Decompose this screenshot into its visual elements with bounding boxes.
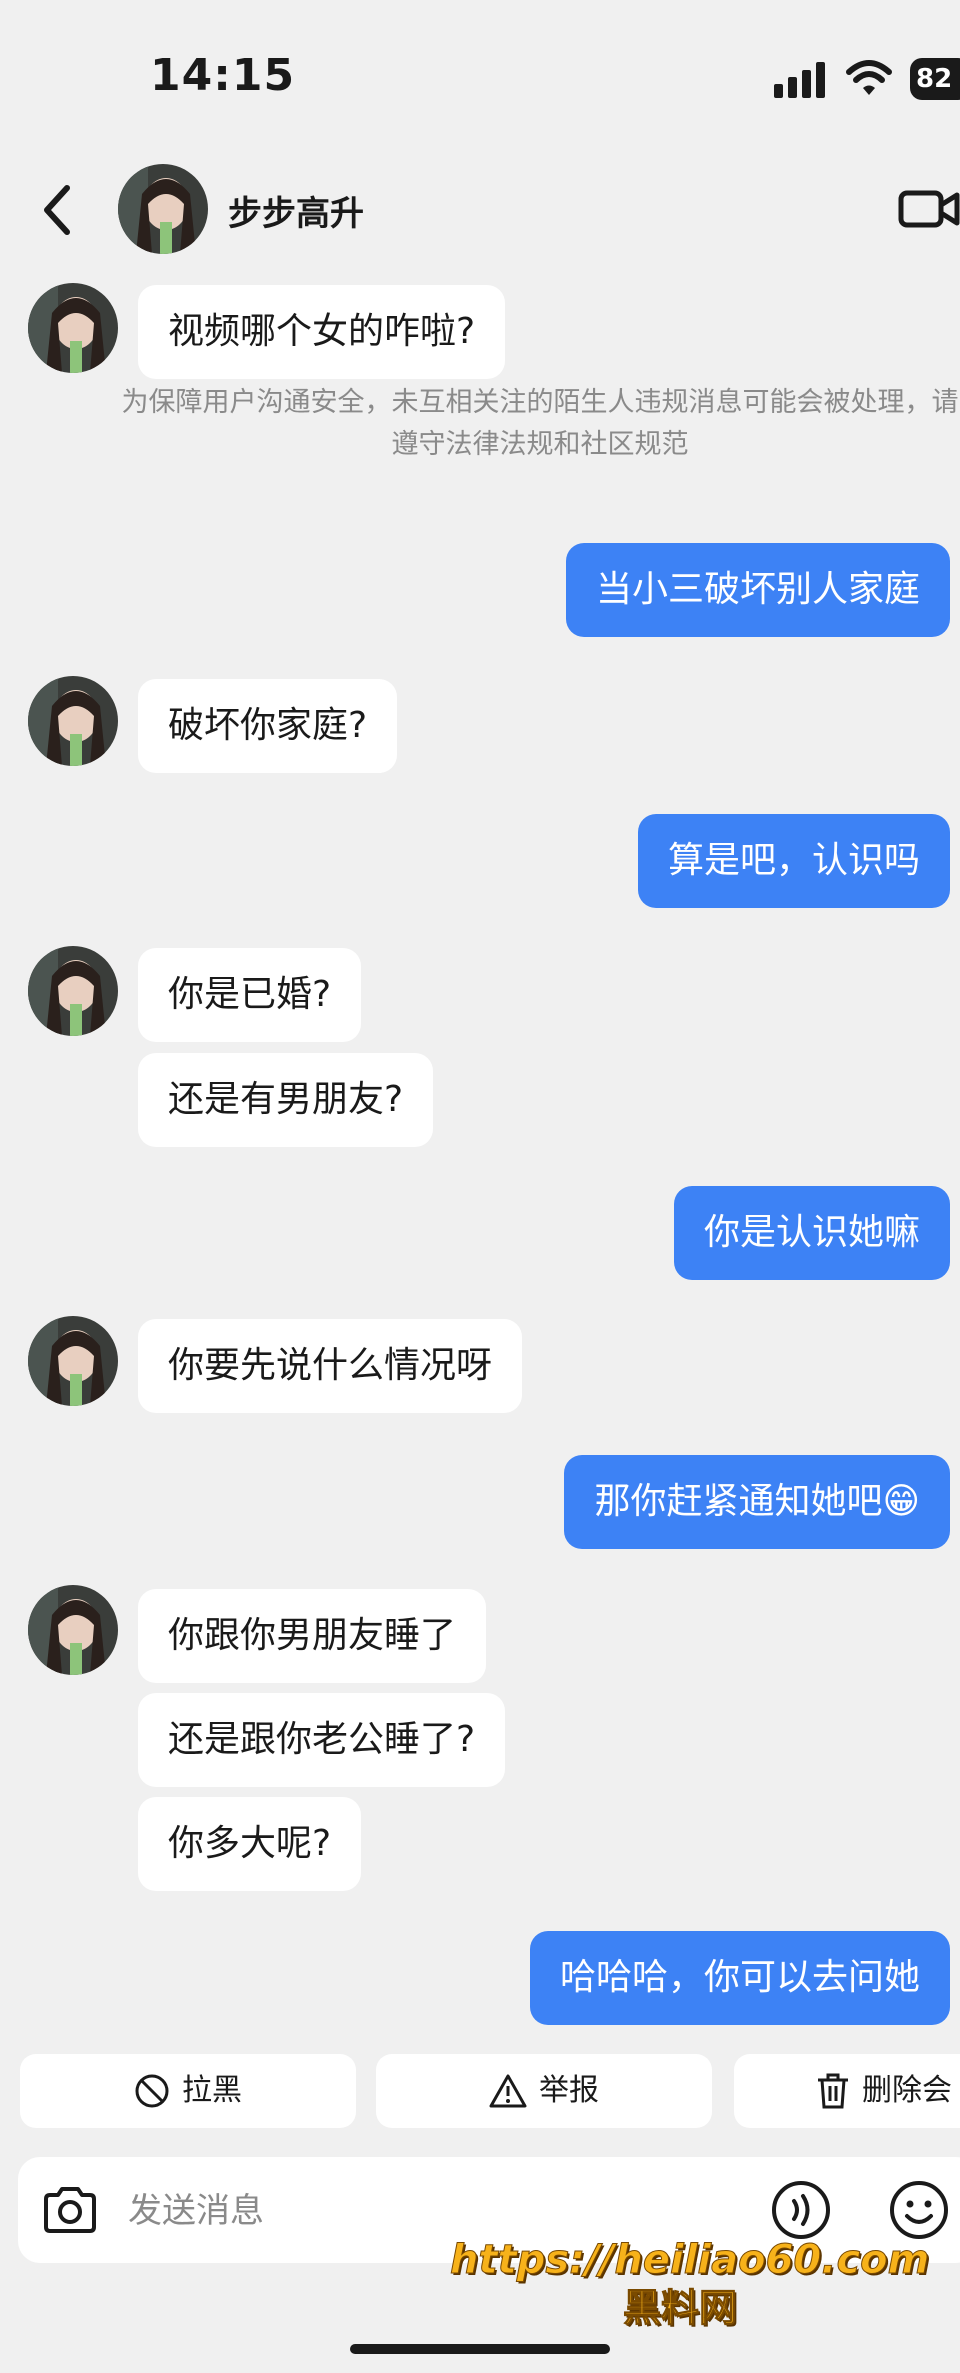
watermark-url: https://heiliao60.com xyxy=(450,2237,930,2284)
contact-avatar[interactable] xyxy=(118,164,208,254)
contact-avatar[interactable] xyxy=(28,676,118,766)
message-bubble-incoming[interactable]: 你跟你男朋友睡了 xyxy=(138,1589,487,1683)
report-button[interactable]: 举报 xyxy=(376,2054,712,2128)
video-camera-icon[interactable] xyxy=(898,188,960,230)
message-bubble-incoming[interactable]: 视频哪个女的咋啦? xyxy=(138,285,506,379)
camera-icon[interactable] xyxy=(42,2185,98,2235)
chevron-left-icon[interactable] xyxy=(35,180,79,240)
site-watermark: https://heiliao60.com 黑料网 xyxy=(450,2236,930,2332)
block-label: 拉黑 xyxy=(182,2073,242,2108)
message-bubble-incoming[interactable]: 你多大呢? xyxy=(138,1797,362,1891)
battery-indicator: 82 xyxy=(910,58,960,100)
chat-screen: 14:15 82 步步高升 视频哪个女的咋啦? 为保障用户沟通安全，未互相关注的… xyxy=(0,0,960,2373)
message-bubble-outgoing[interactable]: 那你赶紧通知她吧😁 xyxy=(564,1455,950,1549)
block-button[interactable]: 拉黑 xyxy=(20,2054,356,2128)
watermark-name: 黑料网 xyxy=(622,2286,737,2331)
message-bubble-incoming[interactable]: 你是已婚? xyxy=(138,948,362,1042)
chat-header: 步步高升 xyxy=(0,150,960,270)
message-bubble-incoming[interactable]: 还是跟你老公睡了? xyxy=(138,1693,506,1787)
message-input[interactable] xyxy=(126,2179,770,2243)
message-bubble-incoming[interactable]: 还是有男朋友? xyxy=(138,1053,434,1147)
message-bubble-incoming[interactable]: 你要先说什么情况呀 xyxy=(138,1319,523,1413)
delete-conversation-button[interactable]: 删除会 xyxy=(734,2054,960,2128)
contact-avatar[interactable] xyxy=(28,283,118,373)
message-bubble-outgoing[interactable]: 算是吧，认识吗 xyxy=(637,814,950,908)
warning-icon xyxy=(489,2074,527,2108)
contact-name[interactable]: 步步高升 xyxy=(228,186,364,235)
contact-avatar[interactable] xyxy=(28,1585,118,1675)
emoji-icon[interactable] xyxy=(888,2179,950,2241)
delete-label: 删除会 xyxy=(862,2073,952,2108)
message-bubble-outgoing[interactable]: 当小三破坏别人家庭 xyxy=(565,543,950,637)
status-bar: 14:15 82 xyxy=(0,0,960,150)
status-time: 14:15 xyxy=(150,50,296,101)
signal-icon xyxy=(774,62,825,98)
report-label: 举报 xyxy=(539,2073,599,2108)
block-icon xyxy=(135,2074,169,2108)
home-indicator xyxy=(350,2344,610,2354)
message-bubble-incoming[interactable]: 破坏你家庭? xyxy=(138,679,398,773)
message-bubble-outgoing[interactable]: 哈哈哈，你可以去问她 xyxy=(529,1931,950,2025)
trash-icon xyxy=(818,2073,848,2109)
contact-avatar[interactable] xyxy=(28,1316,118,1406)
voice-icon[interactable] xyxy=(770,2179,832,2241)
safety-notice: 为保障用户沟通安全，未互相关注的陌生人违规消息可能会被处理，请遵守法律法规和社区… xyxy=(121,387,959,460)
contact-avatar[interactable] xyxy=(28,946,118,1036)
wifi-icon xyxy=(846,60,892,95)
message-bubble-outgoing[interactable]: 你是认识她嘛 xyxy=(673,1186,950,1280)
